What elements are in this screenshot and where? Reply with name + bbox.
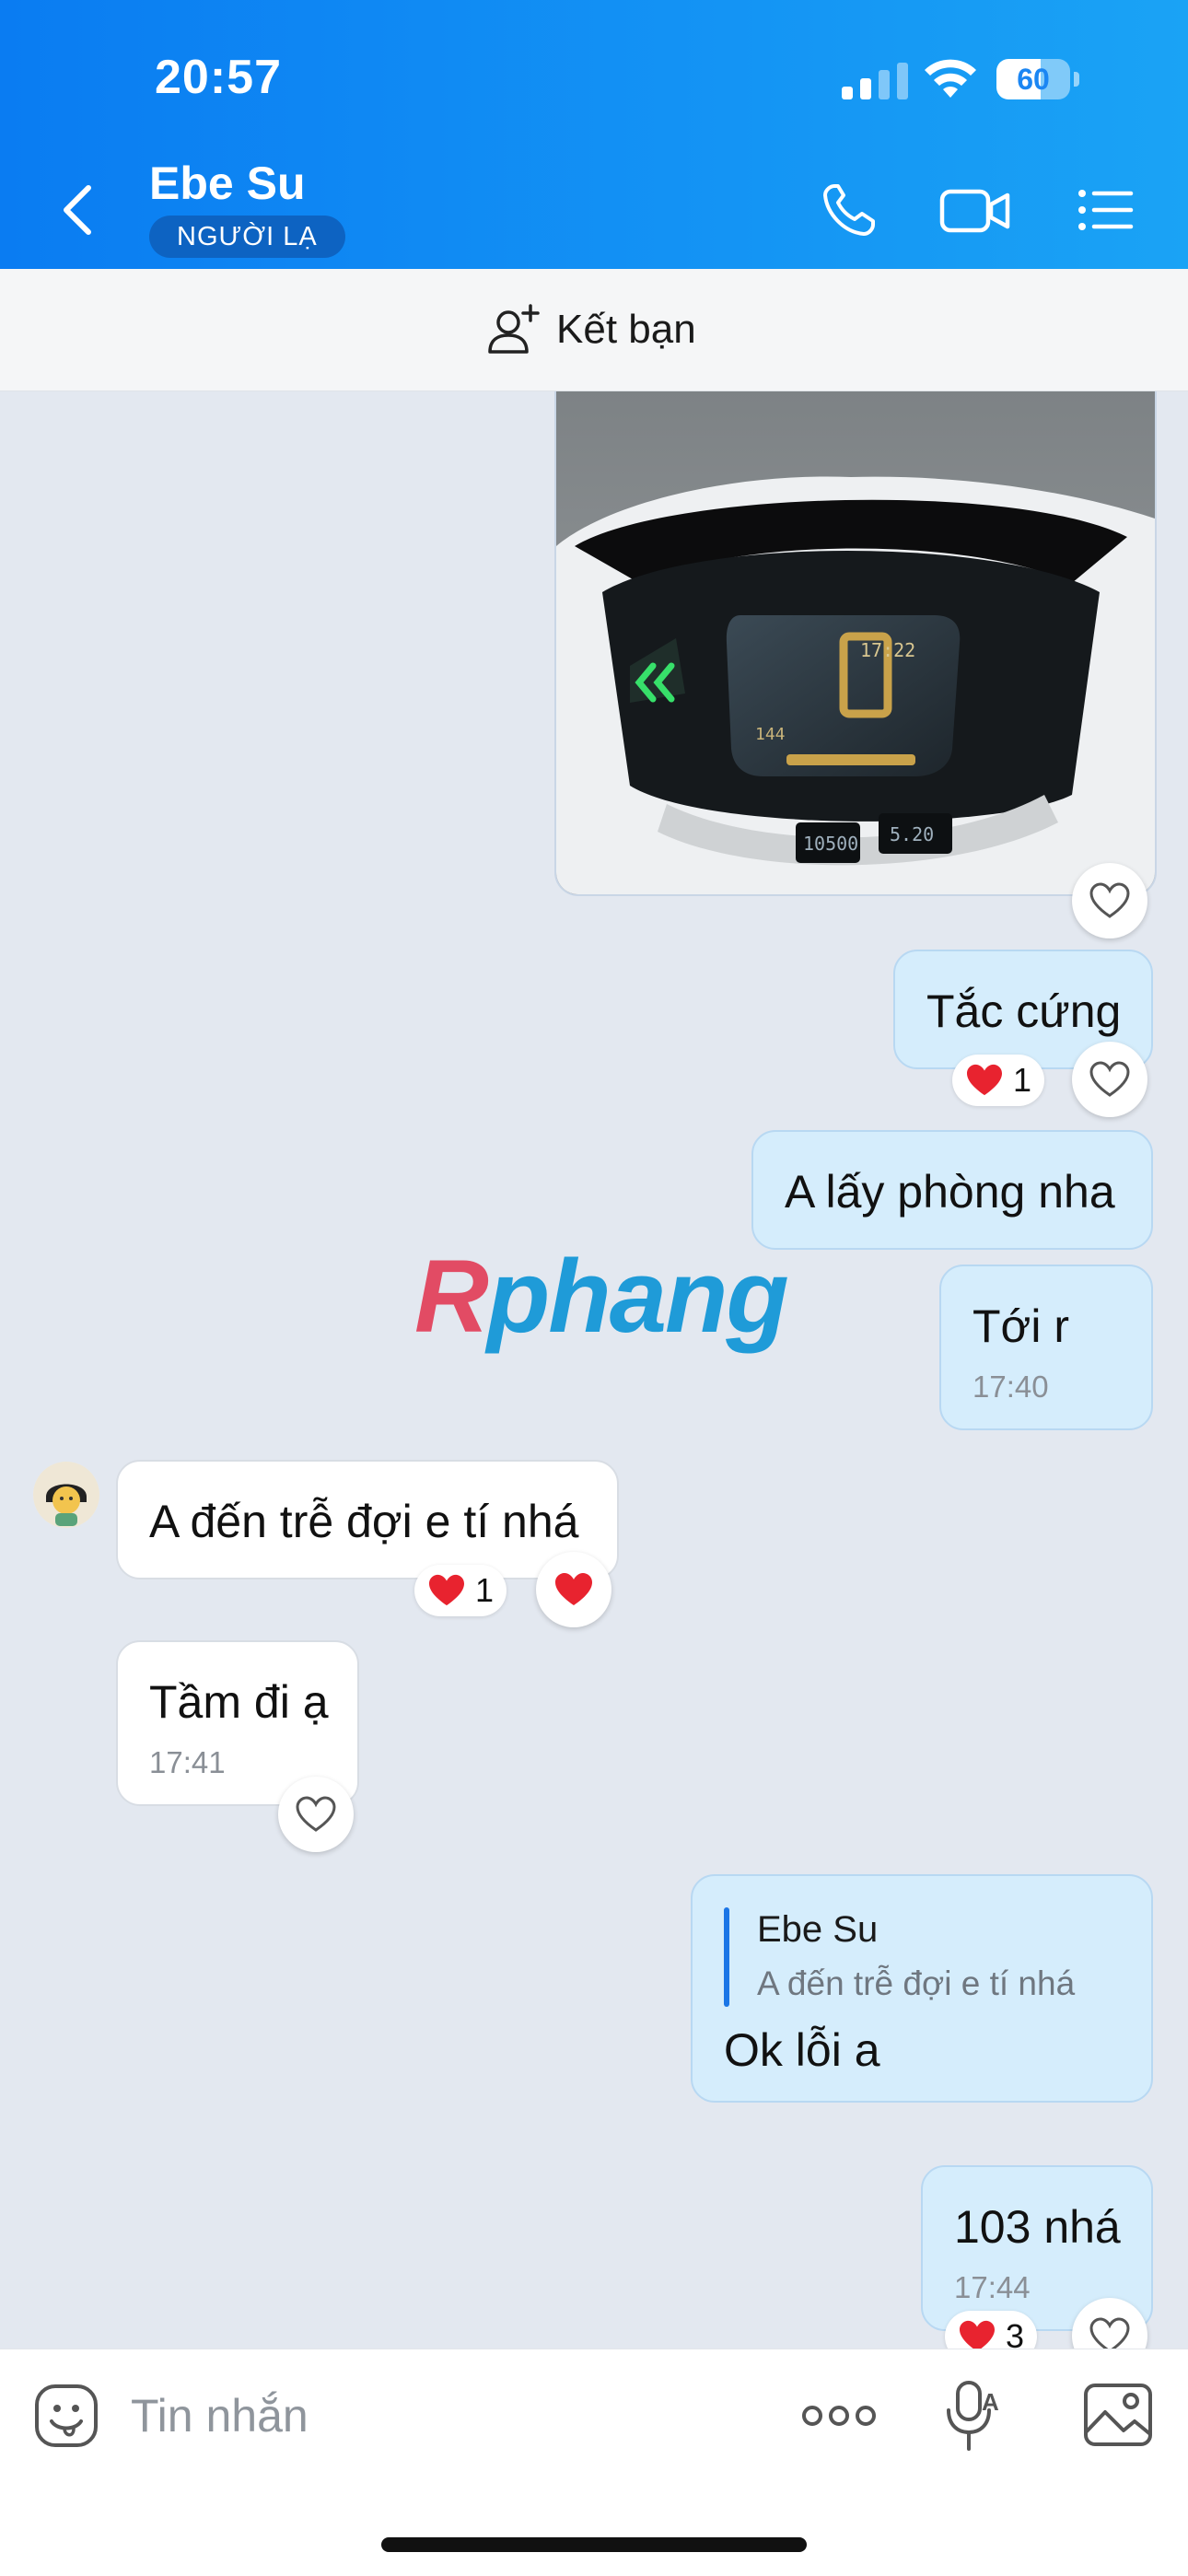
voice-call-button[interactable] bbox=[820, 181, 879, 239]
heart-outline-icon bbox=[1089, 2317, 1130, 2349]
quoted-text: A đến trễ đợi e tí nhá bbox=[757, 1964, 1076, 2002]
svg-text:5.20: 5.20 bbox=[890, 823, 934, 845]
heart-outline-icon bbox=[1089, 882, 1130, 918]
photo-message[interactable]: 17:22 144 10500 5.20 bbox=[554, 391, 1157, 896]
message-text: A lấy phòng nha bbox=[785, 1166, 1115, 1218]
message-bubble[interactable]: Tới r 17:40 bbox=[939, 1265, 1153, 1430]
add-friend-bar: Kết bạn bbox=[0, 269, 1188, 391]
battery-indicator: 60 bbox=[996, 59, 1081, 99]
quoted-sender: Ebe Su bbox=[757, 1909, 879, 1950]
add-friend-button[interactable]: Kết bạn bbox=[486, 300, 696, 359]
react-button[interactable] bbox=[1072, 863, 1147, 938]
sticker-button[interactable] bbox=[33, 2383, 99, 2449]
svg-text:144: 144 bbox=[755, 725, 786, 744]
message-time: 17:41 bbox=[149, 1745, 226, 1779]
message-time: 17:44 bbox=[954, 2270, 1031, 2304]
contact-name[interactable]: Ebe Su bbox=[149, 157, 305, 210]
reply-message-bubble[interactable]: Ebe Su A đến trễ đợi e tí nhá Ok lỗi a bbox=[691, 1874, 1153, 2103]
svg-text:A: A bbox=[982, 2388, 999, 2416]
react-button[interactable] bbox=[278, 1777, 354, 1852]
add-person-icon bbox=[488, 304, 540, 354]
message-time: 17:40 bbox=[973, 1370, 1049, 1404]
heart-outline-icon bbox=[1089, 1061, 1130, 1097]
message-text: A đến trễ đợi e tí nhá bbox=[149, 1496, 579, 1547]
heart-icon bbox=[555, 1573, 592, 1605]
svg-text:17:22: 17:22 bbox=[860, 639, 915, 661]
message-text: Tới r bbox=[973, 1300, 1069, 1352]
avatar-image bbox=[33, 1462, 99, 1528]
heart-icon bbox=[429, 1574, 464, 1606]
video-call-button[interactable] bbox=[939, 181, 1011, 239]
image-picker-button[interactable] bbox=[1083, 2383, 1153, 2447]
reaction-count-value: 3 bbox=[1006, 2317, 1025, 2349]
heart-icon bbox=[967, 1064, 1002, 1096]
message-bubble[interactable]: A lấy phòng nha bbox=[751, 1130, 1153, 1250]
message-input[interactable] bbox=[129, 2373, 759, 2458]
stranger-badge: NGƯỜI LẠ bbox=[149, 216, 345, 258]
add-friend-label: Kết bạn bbox=[556, 307, 696, 352]
watermark-logo: Rphang bbox=[414, 1239, 789, 1354]
reaction-count[interactable]: 3 bbox=[945, 2311, 1038, 2349]
more-options-button[interactable] bbox=[801, 2395, 877, 2436]
chat-header: 20:57 60 Ebe Su NGƯỜI LẠ bbox=[0, 0, 1188, 269]
message-text: 103 nhá bbox=[954, 2201, 1121, 2253]
back-button[interactable] bbox=[55, 181, 99, 239]
menu-list-button[interactable] bbox=[1076, 181, 1135, 239]
message-text: Tắc cứng bbox=[926, 985, 1122, 1037]
status-time: 20:57 bbox=[155, 51, 282, 104]
svg-text:10500: 10500 bbox=[803, 833, 858, 855]
quote-bar bbox=[724, 1907, 729, 2007]
battery-level: 60 bbox=[1017, 63, 1050, 96]
react-button[interactable] bbox=[1072, 1042, 1147, 1117]
message-text: Ok lỗi a bbox=[724, 2024, 880, 2076]
contact-avatar[interactable] bbox=[33, 1462, 99, 1528]
message-list[interactable]: 17:22 144 10500 5.20 Tắc cứng 1 A lấy ph… bbox=[0, 391, 1188, 2349]
composer-bar: A bbox=[0, 2349, 1188, 2576]
dashboard-photo: 17:22 144 10500 5.20 bbox=[556, 391, 1155, 894]
reaction-count-value: 1 bbox=[1013, 1061, 1032, 1099]
cellular-signal-icon bbox=[842, 63, 908, 99]
reaction-count[interactable]: 1 bbox=[414, 1565, 507, 1616]
react-button[interactable] bbox=[536, 1552, 611, 1627]
reaction-count[interactable]: 1 bbox=[952, 1055, 1045, 1106]
heart-outline-icon bbox=[296, 1796, 336, 1832]
heart-icon bbox=[960, 2320, 995, 2349]
home-indicator[interactable] bbox=[381, 2537, 807, 2552]
message-text: Tầm đi ạ bbox=[149, 1676, 329, 1728]
wifi-icon bbox=[925, 59, 976, 98]
message-bubble[interactable]: A đến trễ đợi e tí nhá bbox=[116, 1460, 619, 1579]
reaction-count-value: 1 bbox=[475, 1571, 495, 1609]
voice-to-text-button[interactable]: A bbox=[945, 2379, 1000, 2453]
